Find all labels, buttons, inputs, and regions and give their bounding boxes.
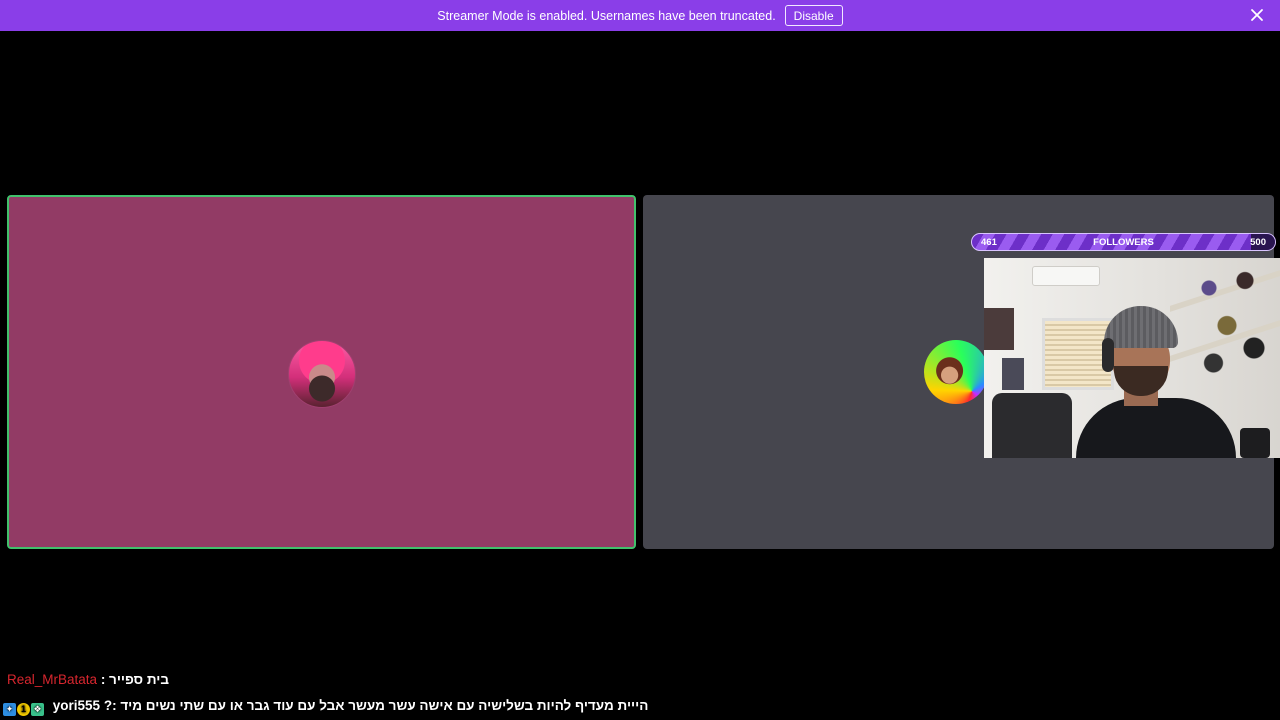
shelf-collectibles xyxy=(1182,258,1272,408)
chat-badges: ✦ 1 ❖ xyxy=(3,703,44,716)
chat-message-text: הייית מעדיף להיות בשלישיה עם אישה עשר מע… xyxy=(103,698,649,713)
gaming-chair xyxy=(992,393,1072,458)
participant-avatar-right xyxy=(924,340,988,404)
streamer-mode-banner: Streamer Mode is enabled. Usernames have… xyxy=(0,0,1280,31)
chat-message: Real_MrBatata בית ספייר : xyxy=(7,672,169,687)
verified-badge-icon: ✦ xyxy=(3,703,16,716)
followers-goal-bar: 461 FOLLOWERS 500 xyxy=(971,233,1276,251)
followers-target: 500 xyxy=(1250,236,1266,248)
gift-badge-icon: ❖ xyxy=(31,703,44,716)
streamer-webcam xyxy=(984,258,1280,458)
disable-streamer-mode-button[interactable]: Disable xyxy=(784,5,843,26)
followers-current: 461 xyxy=(981,236,997,248)
banner-message: Streamer Mode is enabled. Usernames have… xyxy=(437,8,776,23)
microphone xyxy=(1240,428,1270,458)
air-conditioner xyxy=(1032,266,1100,286)
chat-username: Real_MrBatata xyxy=(7,672,98,687)
followers-label: FOLLOWERS xyxy=(1093,236,1154,248)
participant-avatar-left xyxy=(288,340,356,408)
headphones xyxy=(1102,338,1114,372)
chat-message: ✦ 1 ❖ yori555 הייית מעדיף להיות בשלישיה … xyxy=(3,698,648,716)
sub-badge-icon: 1 xyxy=(17,703,30,716)
chat-username: yori555 xyxy=(52,698,101,713)
chat-message-text: בית ספייר : xyxy=(100,672,169,687)
close-icon[interactable] xyxy=(1250,8,1264,22)
